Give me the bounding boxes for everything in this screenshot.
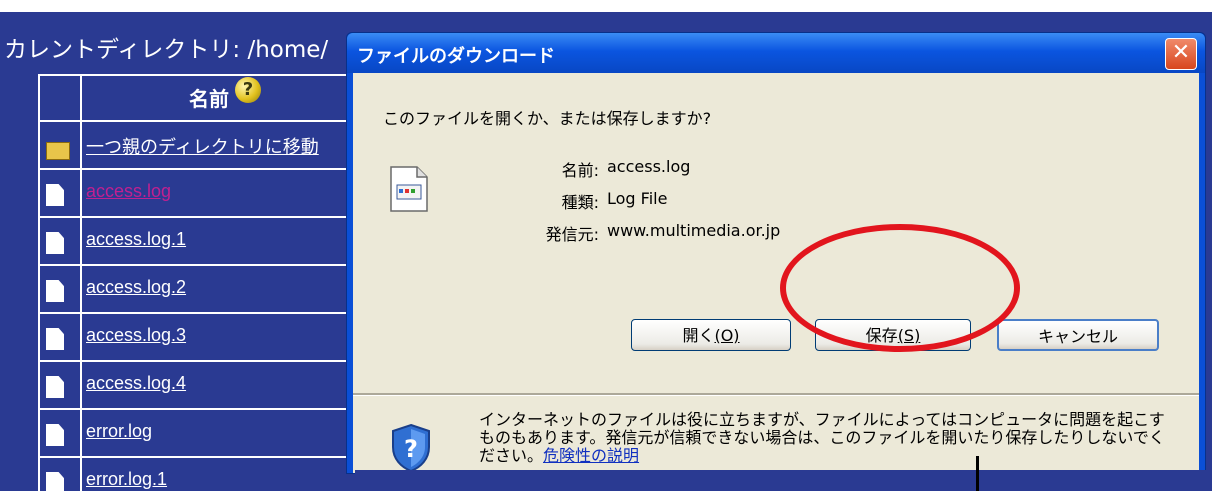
table-row[interactable]: access.log.1 — [38, 218, 368, 264]
table-row[interactable]: access.log.4 — [38, 362, 368, 408]
file-link[interactable]: access.log.4 — [86, 373, 186, 394]
help-icon[interactable]: ? — [235, 77, 261, 103]
table-header: 名前 ? — [38, 74, 368, 120]
table-row[interactable]: error.log.1 — [38, 458, 368, 491]
annotation-circle — [780, 224, 1020, 352]
log-file-icon — [389, 165, 429, 213]
file-icon — [46, 376, 66, 400]
download-question: このファイルを開くか、または保存しますか? — [383, 109, 712, 128]
file-link[interactable]: access.log — [86, 181, 171, 202]
dialog-divider — [353, 393, 1199, 396]
risk-explanation-link[interactable]: 危険性の説明 — [543, 446, 639, 465]
file-link[interactable]: access.log.3 — [86, 325, 186, 346]
background-strip — [355, 470, 1212, 479]
file-source-value: www.multimedia.or.jp — [607, 221, 781, 240]
open-button-label: 開く — [682, 326, 715, 345]
cancel-button[interactable]: キャンセル — [997, 319, 1159, 351]
text-cursor-mark — [976, 456, 979, 491]
file-link[interactable]: error.log — [86, 421, 152, 442]
file-link[interactable]: access.log.1 — [86, 229, 186, 250]
file-link[interactable]: error.log.1 — [86, 469, 167, 490]
table-row[interactable]: access.log.2 — [38, 266, 368, 312]
table-row[interactable]: error.log — [38, 410, 368, 456]
file-icon — [46, 280, 66, 304]
file-type-label: 種類: — [561, 193, 599, 212]
svg-text:?: ? — [404, 435, 418, 463]
file-icon — [46, 184, 66, 208]
file-type-value: Log File — [607, 189, 668, 208]
open-button-accesskey: (O) — [714, 326, 740, 345]
name-column-header[interactable]: 名前 ? — [82, 74, 368, 120]
current-directory-label: カレントディレクトリ: /home/ — [4, 37, 329, 63]
file-link[interactable]: access.log.2 — [86, 277, 186, 298]
dialog-body: このファイルを開くか、または保存しますか? 名前: access.log 種類:… — [353, 73, 1199, 473]
file-icon — [46, 472, 66, 491]
dialog-title: ファイルのダウンロード — [357, 46, 555, 67]
security-warning: インターネットのファイルは役に立ちますが、ファイルによってはコンピュータに問題を… — [479, 411, 1179, 465]
close-button[interactable]: ✕ — [1165, 38, 1197, 70]
file-table: 名前 ? 一つ親のディレクトリに移動 access.log access.log… — [38, 74, 368, 491]
parent-directory-link[interactable]: 一つ親のディレクトリに移動 — [86, 133, 319, 159]
file-name-value: access.log — [607, 157, 691, 176]
name-column-label: 名前 — [189, 86, 229, 111]
table-row[interactable]: access.log — [38, 170, 368, 216]
file-icon — [46, 232, 66, 256]
file-download-dialog: ファイルのダウンロード ✕ このファイルを開くか、または保存しますか? 名前: … — [346, 32, 1206, 474]
close-icon: ✕ — [1171, 40, 1191, 65]
file-icon — [46, 424, 66, 448]
file-icon — [46, 328, 66, 352]
folder-icon — [46, 136, 70, 160]
cancel-button-label: キャンセル — [1037, 327, 1118, 346]
open-button[interactable]: 開く(O) — [631, 319, 791, 351]
table-row[interactable]: 一つ親のディレクトリに移動 — [38, 122, 368, 168]
file-source-label: 発信元: — [545, 225, 599, 244]
file-name-label: 名前: — [561, 161, 599, 180]
dialog-titlebar[interactable]: ファイルのダウンロード ✕ — [347, 33, 1205, 73]
shield-help-icon: ? — [389, 423, 433, 473]
table-row[interactable]: access.log.3 — [38, 314, 368, 360]
